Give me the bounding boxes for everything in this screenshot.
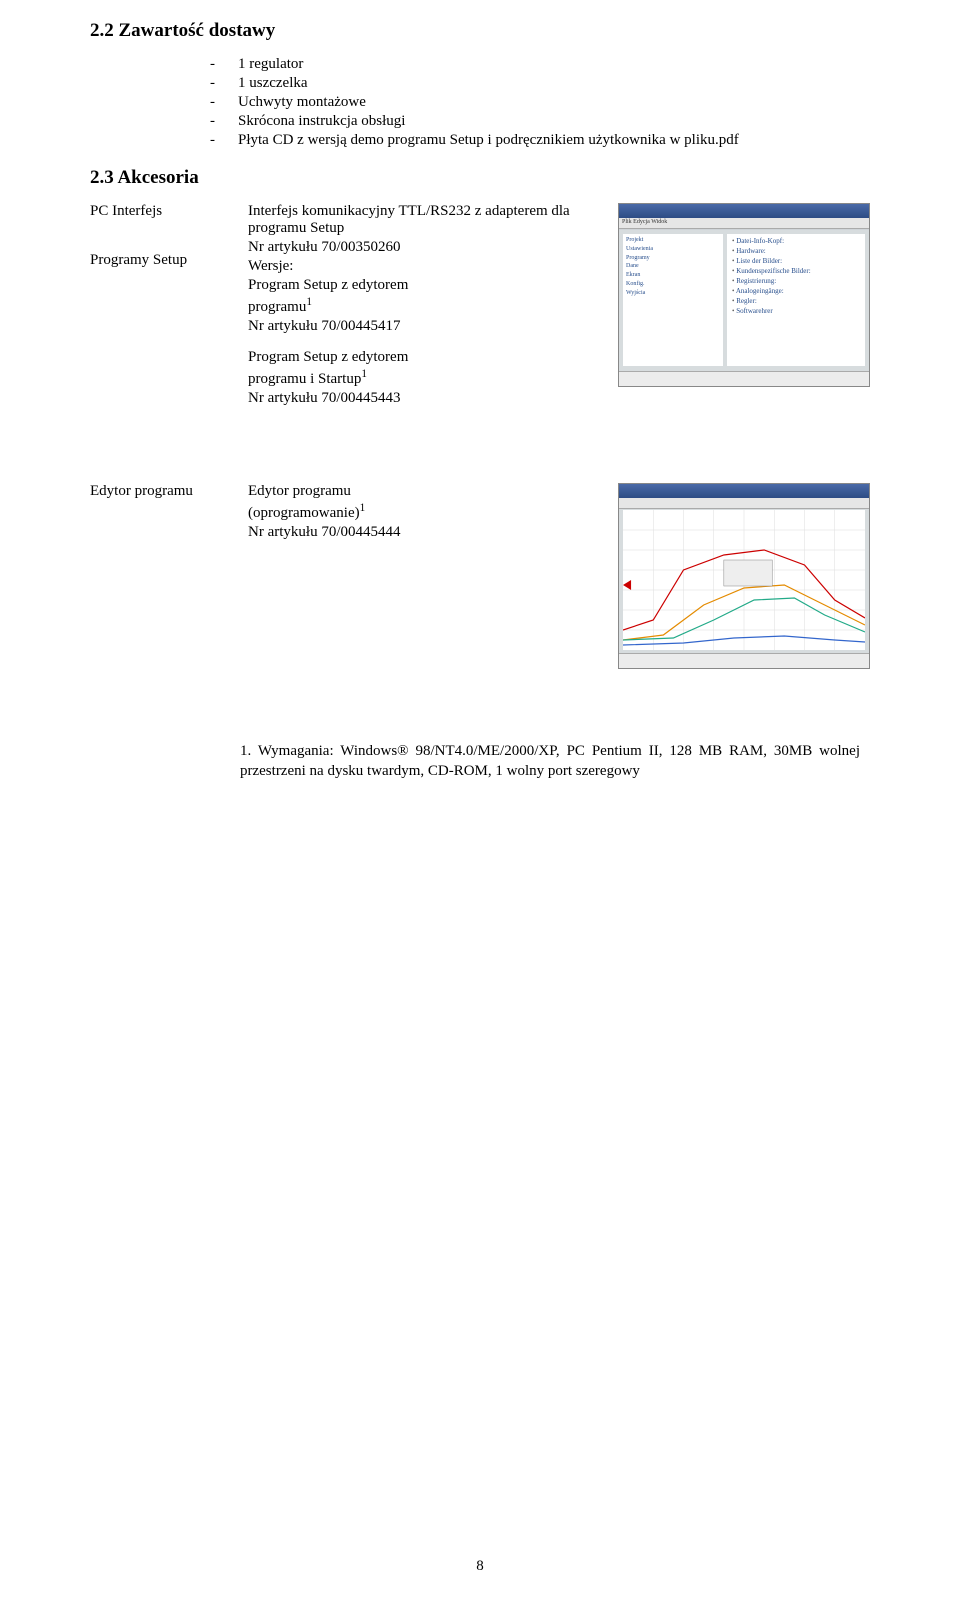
tree-item: Ustawienia <box>626 246 720 254</box>
dash-icon: - <box>210 94 222 111</box>
text-line: Nr artykułu 70/00445444 <box>248 524 602 541</box>
section-heading-accessories: 2.3 Akcesoria <box>90 167 870 189</box>
list-row: Kundenspezifische Bilder: <box>732 267 860 275</box>
list-row: Datei-Info-Kopf: <box>732 237 860 245</box>
row-descriptions: Interfejs komunikacyjny TTL/RS232 z adap… <box>248 203 602 421</box>
page-number: 8 <box>0 1558 960 1575</box>
text-line: Program Setup z edytorem <box>248 349 602 366</box>
editor-desc: Edytor programu (oprogramowanie)1 Nr art… <box>248 483 602 543</box>
footnote-ref: 1 <box>360 502 366 514</box>
list-item: -1 uszczelka <box>210 75 870 92</box>
list-item-label: Skrócona instrukcja obsługi <box>238 113 405 130</box>
row-labels: PC Interfejs Programy Setup <box>90 203 240 269</box>
delivery-list: -1 regulator -1 uszczelka -Uchwyty monta… <box>210 56 870 149</box>
tree-item: Programy <box>626 255 720 263</box>
window-menubar <box>619 498 869 509</box>
list-item-label: Uchwyty montażowe <box>238 94 366 111</box>
dash-icon: - <box>210 56 222 73</box>
text-line: (oprogramowanie)1 <box>248 502 602 522</box>
dash-icon: - <box>210 132 222 149</box>
text-line: Wersje: <box>248 258 602 275</box>
screenshot1-container: Plik Edycja Widok Projekt Ustawienia Pro… <box>610 203 870 387</box>
screenshot2-container <box>610 483 870 669</box>
list-item: -Uchwyty montażowe <box>210 94 870 111</box>
editor-grid: Edytor programu Edytor programu (oprogra… <box>90 483 870 669</box>
window-menubar: Plik Edycja Widok <box>619 218 869 229</box>
text-fragment: (oprogramowanie) <box>248 505 360 521</box>
footnote-ref: 1 <box>306 296 312 308</box>
window-titlebar <box>619 204 869 218</box>
label-setup-programs: Programy Setup <box>90 252 240 269</box>
footnote-text: 1. Wymagania: Windows® 98/NT4.0/ME/2000/… <box>240 741 860 782</box>
list-item: -Skrócona instrukcja obsługi <box>210 113 870 130</box>
text-fragment: programu <box>248 299 306 315</box>
list-row: Regler: <box>732 297 860 305</box>
window-titlebar <box>619 484 869 498</box>
tree-item: Konfig. <box>626 281 720 289</box>
text-fragment: programu i Startup <box>248 371 361 387</box>
text-line: Edytor programu <box>248 483 602 500</box>
list-item-label: 1 regulator <box>238 56 303 73</box>
text-line: programu i Startup1 <box>248 368 602 388</box>
tree-item: Ekran <box>626 272 720 280</box>
label-pc-interface: PC Interfejs <box>90 203 240 220</box>
window-statusbar <box>619 653 869 668</box>
list-row: Softwarehrer <box>732 307 860 315</box>
list-item: -1 regulator <box>210 56 870 73</box>
tree-panel: Projekt Ustawienia Programy Dane Ekran K… <box>623 234 723 366</box>
chart-area <box>623 510 865 650</box>
tree-item: Dane <box>626 263 720 271</box>
pc-interface-desc: Interfejs komunikacyjny TTL/RS232 z adap… <box>248 203 602 256</box>
window-statusbar <box>619 371 869 386</box>
dash-icon: - <box>210 75 222 92</box>
list-row: Analogeingänge: <box>732 287 860 295</box>
tree-item: Wyjścia <box>626 290 720 298</box>
list-row: Hardware: <box>732 247 860 255</box>
list-row: Liste der Bilder: <box>732 257 860 265</box>
text-line: Nr artykułu 70/00350260 <box>248 239 602 256</box>
setup-program-screenshot: Plik Edycja Widok Projekt Ustawienia Pro… <box>618 203 870 387</box>
list-item: -Płyta CD z wersją demo programu Setup i… <box>210 132 870 149</box>
text-line: programu1 <box>248 296 602 316</box>
text-line: Nr artykułu 70/00445443 <box>248 390 602 407</box>
list-panel: Datei-Info-Kopf: Hardware: Liste der Bil… <box>727 234 865 366</box>
list-item-label: Płyta CD z wersją demo programu Setup i … <box>238 132 739 149</box>
tree-item: Projekt <box>626 237 720 245</box>
label-editor: Edytor programu <box>90 483 240 500</box>
section-heading-delivery: 2.2 Zawartość dostawy <box>90 20 870 42</box>
dash-icon: - <box>210 113 222 130</box>
accessories-grid: PC Interfejs Programy Setup Interfejs ko… <box>90 203 870 421</box>
editor-program-screenshot <box>618 483 870 669</box>
list-item-label: 1 uszczelka <box>238 75 308 92</box>
setup-programs-desc: Wersje: Program Setup z edytorem program… <box>248 258 602 335</box>
text-line: Nr artykułu 70/00445417 <box>248 318 602 335</box>
list-row: Registrierung: <box>732 277 860 285</box>
text-line: Program Setup z edytorem <box>248 277 602 294</box>
text-line: Interfejs komunikacyjny TTL/RS232 z adap… <box>248 203 602 237</box>
footnote-ref: 1 <box>361 368 367 380</box>
setup-programs-desc-2: Program Setup z edytorem programu i Star… <box>248 349 602 407</box>
